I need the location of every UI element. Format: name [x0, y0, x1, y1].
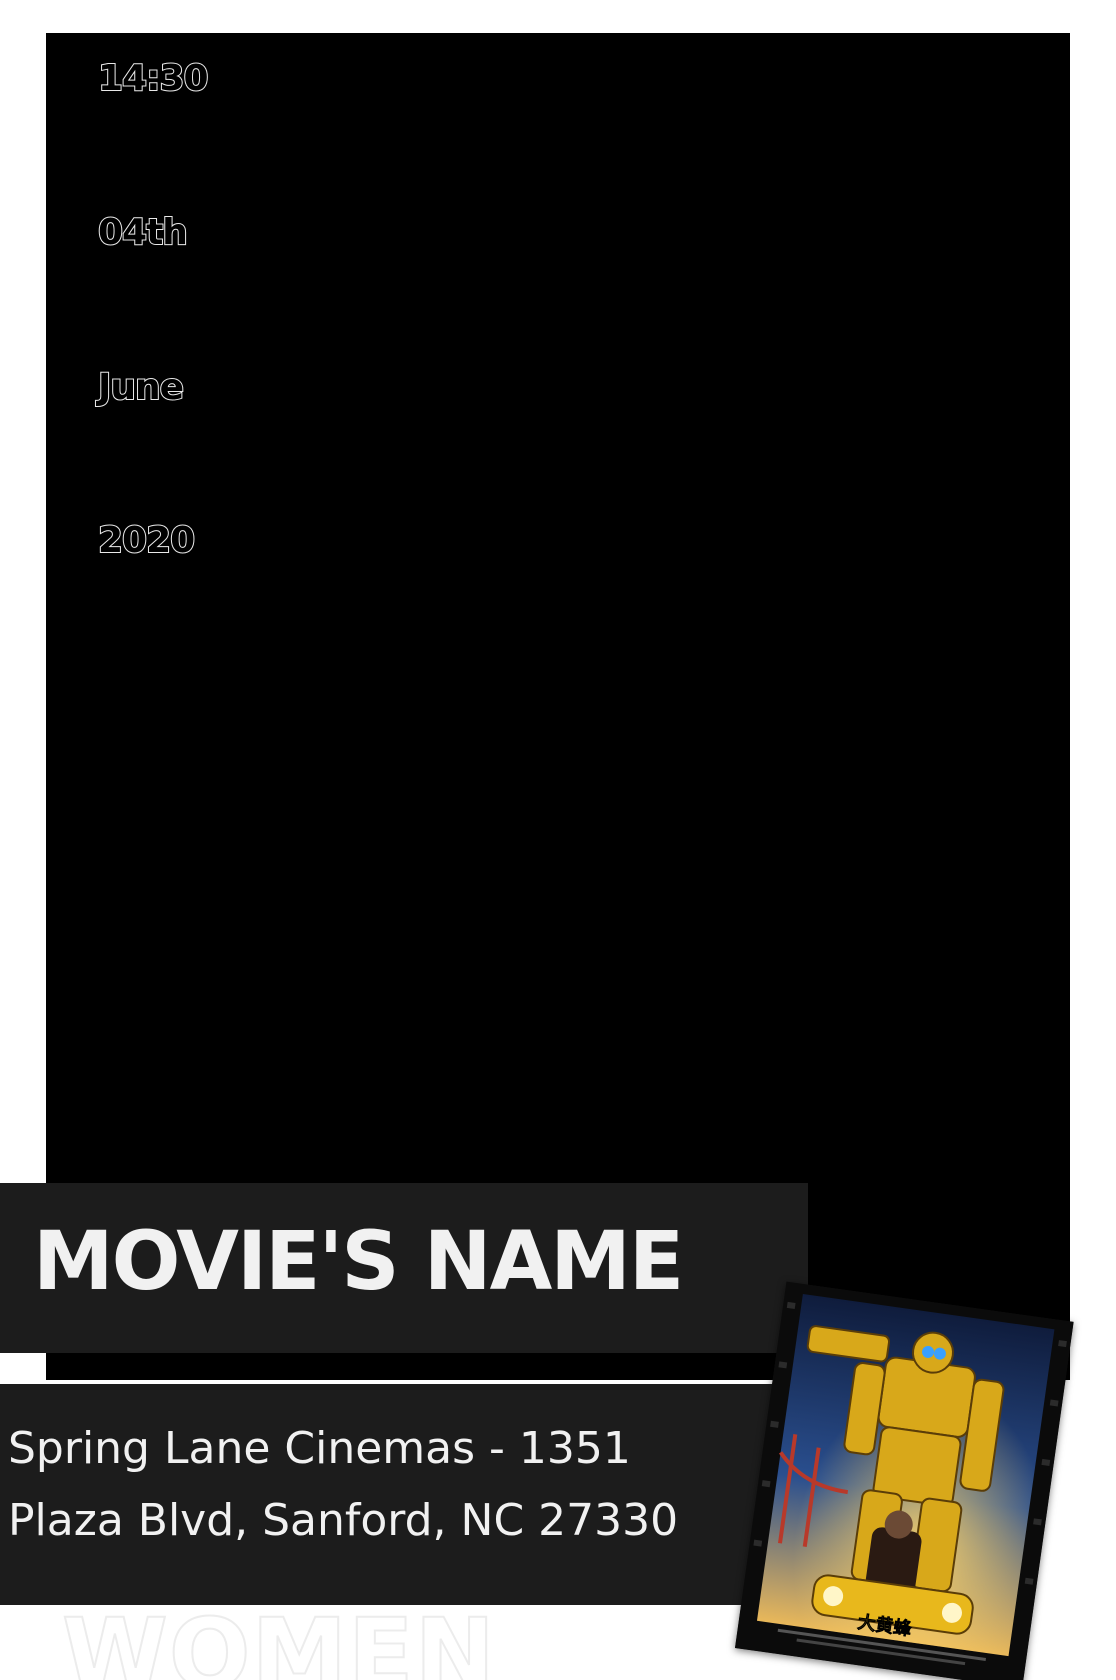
address-line-2: Plaza Blvd, Sanford, NC 27330: [8, 1495, 679, 1546]
poster-artwork-icon: 大黄蜂: [734, 1281, 1074, 1680]
black-background-panel: [46, 33, 1070, 1380]
divider-notch: [0, 1356, 46, 1382]
showtime-month: June: [97, 366, 185, 409]
movie-poster: 大黄蜂: [714, 1259, 1096, 1680]
poster-image: 大黄蜂: [734, 1281, 1074, 1680]
flyer-page: 14:30 04th June 2020 MOVIE'S NAME Spring…: [0, 0, 1116, 1680]
cinema-address: Spring Lane Cinemas - 1351 Plaza Blvd, S…: [8, 1413, 778, 1557]
showtime-day: 04th: [97, 211, 189, 254]
showtime-year: 2020: [97, 519, 196, 562]
movie-title: MOVIE'S NAME: [33, 1215, 684, 1309]
showtime-time: 14:30: [97, 57, 210, 100]
address-line-1: Spring Lane Cinemas - 1351: [8, 1423, 631, 1474]
background-watermark: WOMEN: [61, 1597, 496, 1680]
